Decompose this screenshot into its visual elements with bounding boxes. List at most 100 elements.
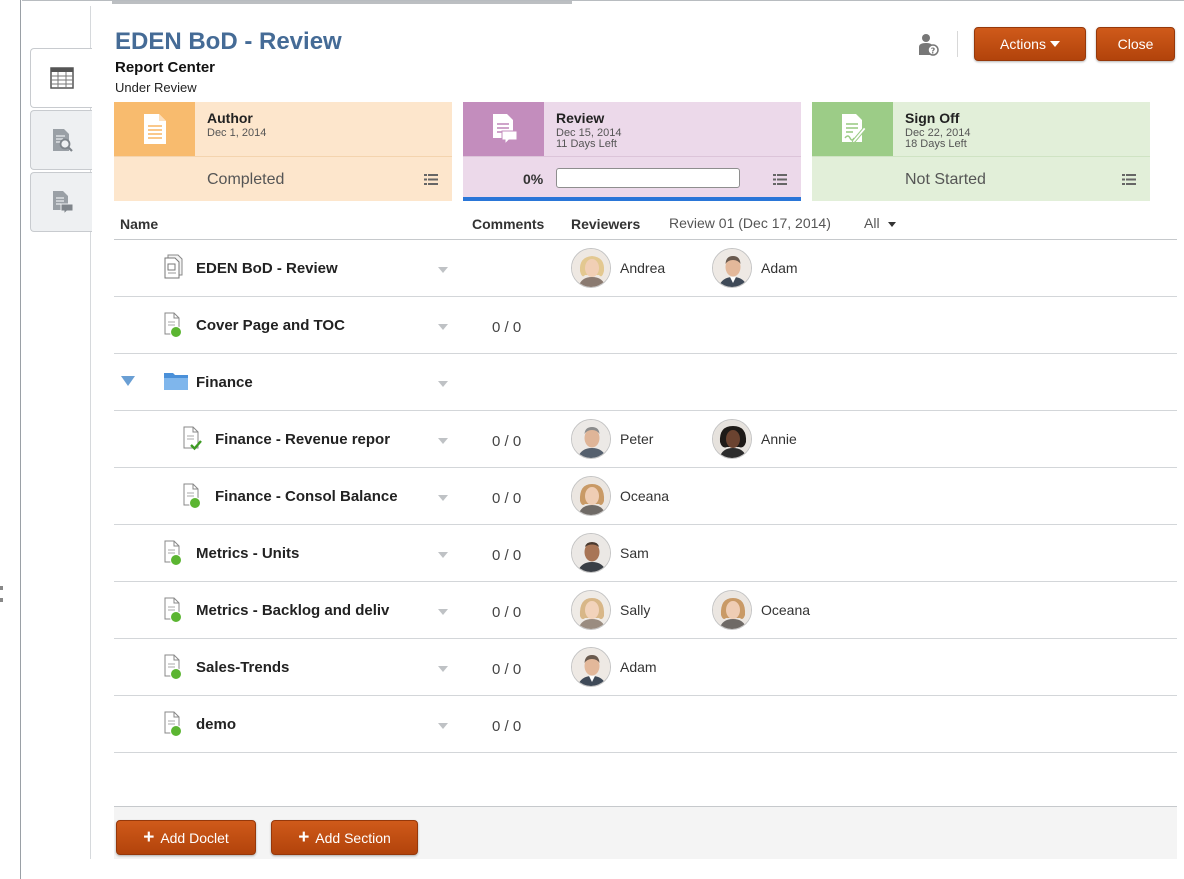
table-row[interactable]: Finance (114, 354, 1177, 411)
reviewer[interactable]: Adam (571, 647, 657, 687)
reviewer[interactable]: Annie (712, 419, 797, 459)
table-row[interactable]: Metrics - Backlog and deliv 0 / 0 Sally … (114, 582, 1177, 639)
row-comment-count[interactable]: 0 / 0 (492, 718, 521, 735)
avatar (571, 419, 611, 459)
avatar (712, 248, 752, 288)
doclet-in-progress-icon (164, 540, 182, 566)
column-header-name[interactable]: Name (120, 216, 158, 232)
list-icon[interactable] (424, 174, 438, 185)
review-progress-percent: 0% (523, 171, 544, 187)
avatar (712, 590, 752, 630)
row-name[interactable]: Cover Page and TOC (196, 317, 428, 334)
svg-text:?: ? (931, 47, 936, 56)
tab-review-search[interactable] (30, 110, 92, 170)
row-comment-count[interactable]: 0 / 0 (492, 604, 521, 621)
reviewer[interactable]: Adam (712, 248, 798, 288)
table-row[interactable]: Metrics - Units 0 / 0 Sam (114, 525, 1177, 582)
row-menu-caret-icon[interactable] (438, 552, 448, 558)
row-comment-count[interactable]: 0 / 0 (492, 661, 521, 678)
reviewer-name: Annie (761, 431, 797, 447)
user-help-icon[interactable]: ? (918, 33, 940, 57)
reviewer[interactable]: Oceana (571, 476, 669, 516)
window-left-edge (20, 0, 21, 879)
row-comment-count[interactable]: 0 / 0 (492, 547, 521, 564)
table-row[interactable]: demo 0 / 0 (114, 696, 1177, 753)
tab-table-view[interactable] (30, 48, 92, 108)
author-stage-name: Author (207, 110, 253, 126)
reviewer-name: Adam (620, 659, 657, 675)
avatar (571, 476, 611, 516)
table-grid-icon (49, 67, 74, 89)
close-button[interactable]: Close (1096, 27, 1175, 61)
row-menu-caret-icon[interactable] (438, 723, 448, 729)
vertical-tab-bar (30, 48, 92, 234)
doclet-in-progress-icon (164, 654, 182, 680)
chevron-down-icon (1049, 41, 1060, 47)
column-header-reviewers[interactable]: Reviewers (571, 216, 640, 232)
reviewer-filter-value: All (864, 215, 880, 231)
row-name[interactable]: Finance - Revenue repor (215, 431, 420, 448)
reviewer-name: Sally (620, 602, 651, 618)
reviewer[interactable]: Andrea (571, 248, 665, 288)
review-round-label: Review 01 (Dec 17, 2014) (669, 215, 831, 231)
list-icon[interactable] (1122, 174, 1136, 185)
table-row[interactable]: Sales-Trends 0 / 0 Adam (114, 639, 1177, 696)
table-row[interactable]: Finance - Revenue repor 0 / 0 Peter Anni… (114, 411, 1177, 468)
row-name[interactable]: Finance (196, 374, 428, 391)
row-name[interactable]: demo (196, 716, 428, 733)
list-icon[interactable] (773, 174, 787, 185)
actions-button[interactable]: Actions (974, 27, 1086, 61)
row-menu-caret-icon[interactable] (438, 609, 448, 615)
plus-icon: + (298, 826, 310, 848)
reviewer[interactable]: Sam (571, 533, 649, 573)
row-menu-caret-icon[interactable] (438, 495, 448, 501)
document-comment-icon (52, 191, 73, 215)
collapse-triangle-icon[interactable] (121, 376, 135, 386)
reviewer-name: Andrea (620, 260, 666, 276)
row-comment-count[interactable]: 0 / 0 (492, 433, 521, 450)
row-name[interactable]: Finance - Consol Balance (215, 488, 420, 505)
sign-off-stage-date: Dec 22, 2014 18 Days Left (905, 128, 970, 150)
reviewer-name: Sam (620, 545, 649, 561)
sign-off-stage-state: Not Started (905, 171, 986, 188)
stage-review[interactable]: Review Dec 15, 2014 11 Days Left 0% (463, 102, 801, 201)
doclet-in-progress-icon (183, 483, 201, 509)
actions-button-label: Actions (1000, 36, 1046, 52)
sign-off-stage-name: Sign Off (905, 110, 960, 126)
table-row[interactable]: Cover Page and TOC 0 / 0 (114, 297, 1177, 354)
reviewer-filter-dropdown[interactable]: All (864, 215, 896, 231)
row-name[interactable]: Metrics - Backlog and deliv (196, 602, 428, 619)
splitter-handle[interactable] (0, 586, 4, 610)
table-row[interactable]: Finance - Consol Balance 0 / 0 Oceana (114, 468, 1177, 525)
add-doclet-label: Add Doclet (160, 829, 229, 846)
row-menu-caret-icon[interactable] (438, 267, 448, 273)
add-doclet-button[interactable]: + Add Doclet (116, 820, 256, 855)
row-comment-count[interactable]: 0 / 0 (492, 490, 521, 507)
row-name[interactable]: EDEN BoD - Review (196, 260, 428, 277)
add-section-button[interactable]: + Add Section (271, 820, 418, 855)
doclet-table: EDEN BoD - Review Andrea Adam Cover Page… (114, 240, 1177, 753)
page-subtitle: Report Center (115, 59, 216, 76)
reviewer[interactable]: Peter (571, 419, 653, 459)
tab-review-comments[interactable] (30, 172, 92, 232)
table-row[interactable]: EDEN BoD - Review Andrea Adam (114, 240, 1177, 297)
row-name[interactable]: Sales-Trends (196, 659, 428, 676)
row-menu-caret-icon[interactable] (438, 324, 448, 330)
doclet-in-progress-icon (164, 312, 182, 338)
stage-sign-off[interactable]: Sign Off Dec 22, 2014 18 Days Left Not S… (812, 102, 1150, 201)
review-status: Under Review (115, 80, 197, 95)
row-name[interactable]: Metrics - Units (196, 545, 428, 562)
row-menu-caret-icon[interactable] (438, 438, 448, 444)
row-comment-count[interactable]: 0 / 0 (492, 319, 521, 336)
header-separator (957, 31, 958, 57)
reviewer[interactable]: Sally (571, 590, 650, 630)
avatar (571, 248, 611, 288)
stage-author[interactable]: Author Dec 1, 2014 Completed (114, 102, 452, 201)
reviewer-name: Adam (761, 260, 798, 276)
report-package-icon (164, 254, 183, 279)
row-menu-caret-icon[interactable] (438, 666, 448, 672)
review-progress-bar (556, 168, 740, 188)
row-menu-caret-icon[interactable] (438, 381, 448, 387)
column-header-comments[interactable]: Comments (472, 216, 544, 232)
reviewer[interactable]: Oceana (712, 590, 810, 630)
